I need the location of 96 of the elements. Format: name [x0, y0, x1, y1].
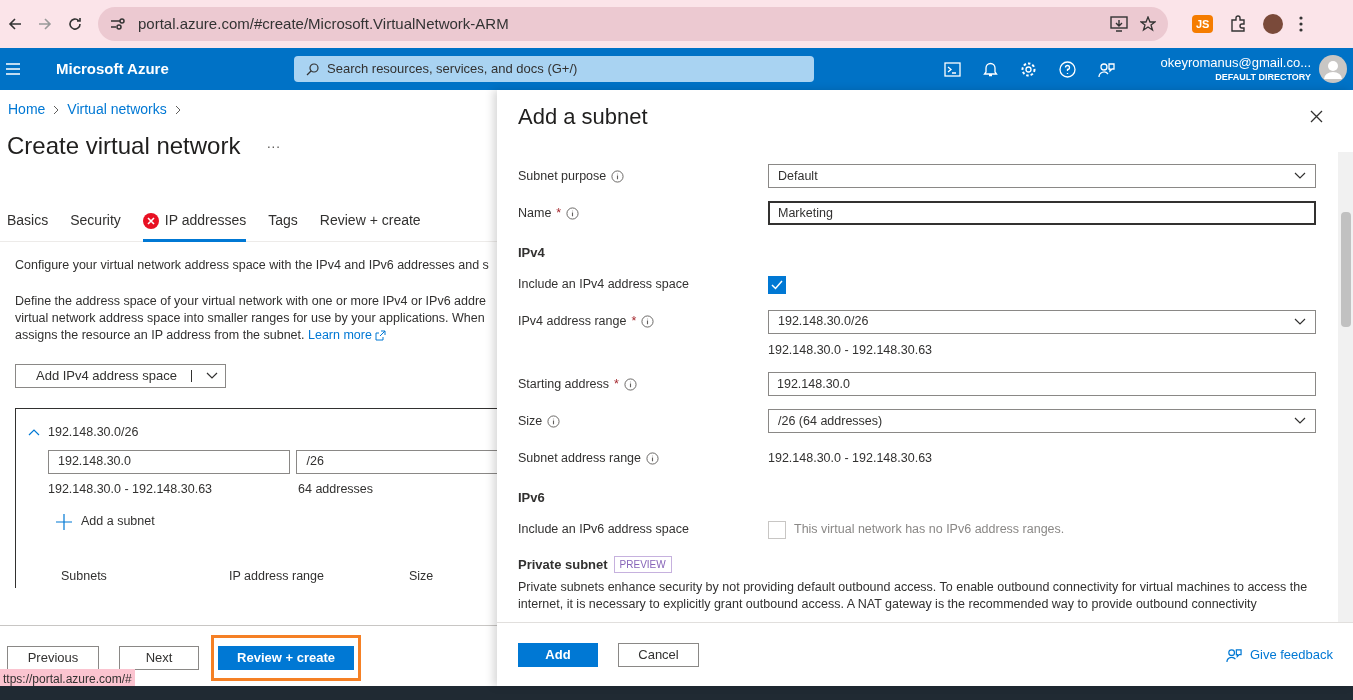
close-icon[interactable]	[1310, 110, 1323, 123]
range-hint: 192.148.30.0 - 192.148.30.63	[768, 341, 934, 359]
column-header: Subnets	[61, 568, 108, 585]
info-icon	[641, 315, 655, 328]
breadcrumb-link[interactable]: Virtual networks	[67, 99, 167, 120]
field-label: Include an IPv6 address space	[518, 522, 689, 537]
field-label: Include an IPv4 address space	[518, 277, 689, 292]
reload-icon[interactable]	[68, 17, 82, 31]
search-icon	[306, 62, 319, 76]
tab[interactable]: Basics	[7, 206, 49, 242]
section-heading: IPv4	[518, 244, 546, 262]
tab[interactable]: IP addresses	[142, 206, 247, 242]
help-icon[interactable]	[1059, 60, 1076, 78]
info-icon	[547, 414, 561, 428]
add-subnet-button[interactable]: Add a subnet	[56, 512, 155, 531]
required-mark: *	[614, 375, 619, 393]
panel-title: Add a subnet	[518, 103, 648, 131]
field-label: Size	[518, 412, 543, 430]
section-heading: IPv6	[518, 489, 546, 508]
field-label: Starting address	[518, 375, 610, 393]
address-space-title: 192.148.30.0/26	[48, 423, 139, 441]
star-icon[interactable]	[1140, 16, 1156, 32]
column-header: Size	[409, 568, 434, 585]
directory-name: DEFAULT DIRECTORY	[1215, 71, 1311, 83]
feedback-icon	[1225, 646, 1242, 663]
url-text: portal.azure.com/#create/Microsoft.VirtualNetwork-ARM	[138, 13, 510, 34]
section-heading: Private subnet	[518, 555, 608, 574]
chevron-down-icon	[1294, 172, 1306, 180]
checkbox-note: This virtual network has no IPv6 address ranges.	[794, 521, 1065, 539]
field-value: 192.148.30.0 - 192.148.30.63	[768, 449, 933, 467]
info-icon	[611, 169, 625, 183]
external-link-icon	[375, 329, 387, 341]
more-options-button[interactable]: ···	[266, 135, 281, 157]
menu-dots-icon[interactable]	[1299, 16, 1304, 32]
search-field[interactable]: Search resources, services, and docs (G+/)	[294, 56, 814, 82]
dropdown-field[interactable]: /26 (64 addresses)	[768, 409, 1316, 434]
field-label: Name	[518, 204, 552, 222]
field-label: IPv4 address range	[518, 313, 627, 331]
scrollbar[interactable]	[1338, 152, 1353, 622]
account-name[interactable]: okeyromanus@gmail.co...	[1160, 55, 1311, 72]
chevron-up-icon[interactable]	[28, 428, 40, 437]
field-label: Subnet address range	[518, 449, 641, 467]
cancel-button[interactable]: Cancel	[618, 642, 699, 667]
tab[interactable]: Review + create	[319, 206, 421, 242]
info-icon	[646, 451, 659, 465]
status-url-tooltip: ttps://portal.azure.com/#	[0, 669, 135, 689]
text-field[interactable]: Marketing	[768, 201, 1316, 225]
address-bar[interactable]: portal.azure.com/#create/Microsoft.VirtualNetwork-ARM	[98, 7, 1168, 41]
settings-icon[interactable]	[1020, 60, 1037, 78]
profile-avatar[interactable]	[1263, 14, 1284, 34]
column-header: IP address range	[229, 568, 325, 585]
field-label: Subnet purpose	[518, 167, 607, 185]
add-button[interactable]: Add	[518, 642, 598, 667]
feedback-icon[interactable]	[1098, 60, 1115, 78]
chevron-down-icon	[1294, 417, 1306, 426]
description-text: Define the address space of your virtual network with one or more IPv4 or IPv6 addre virtual network address space into smaller ranges for use by your applications. When assigns the resource an IP address from the subnet. Learn more	[15, 292, 488, 344]
chevron-down-icon	[205, 371, 218, 380]
dropdown-field[interactable]: 192.148.30.0/26	[768, 309, 1316, 334]
install-icon[interactable]	[1110, 16, 1128, 32]
info-icon	[566, 206, 580, 220]
checkbox[interactable]	[768, 275, 786, 294]
prefix-input[interactable]: /26	[296, 449, 497, 474]
dropdown-field[interactable]: Default	[768, 164, 1316, 188]
plus-icon	[56, 513, 72, 530]
tab[interactable]: Tags	[268, 206, 298, 242]
breadcrumb-link[interactable]: Home	[8, 99, 46, 120]
next-button[interactable]: Next	[119, 645, 199, 670]
bell-icon[interactable]	[983, 61, 998, 77]
puzzle-icon[interactable]	[1229, 15, 1248, 33]
review-create-button[interactable]: Review + create	[218, 645, 354, 670]
preview-badge: PREVIEW	[613, 556, 672, 573]
address-count-text: 64 addresses	[298, 480, 374, 498]
intro-text: Configure your virtual network address space with the IPv4 and IPv6 addresses and s	[15, 257, 490, 274]
site-settings-icon[interactable]	[110, 17, 126, 31]
address-range-text: 192.148.30.0 - 192.148.30.63	[48, 480, 214, 498]
private-subnet-text: Private subnets enhance security by not providing default outbound access. To enable outbound connectivity for virtual machines to access the internet, it is necessary to explicitly grant outbound access. A NAT gateway is the recommended way to provide outbound connectivity	[518, 579, 1309, 614]
required-mark: *	[556, 204, 562, 222]
page-title: Create virtual network	[7, 131, 241, 161]
info-icon	[623, 377, 637, 391]
terminal-icon[interactable]	[944, 61, 961, 77]
avatar-icon[interactable]	[1319, 55, 1347, 83]
tab[interactable]: Security	[70, 206, 121, 242]
chevron-down-icon	[1294, 317, 1306, 326]
error-icon	[142, 212, 159, 229]
chevron-right-icon	[53, 104, 60, 115]
back-arrow-icon[interactable]	[8, 17, 22, 31]
learn-more-link[interactable]: Learn more	[308, 327, 387, 342]
address-input[interactable]: 192.148.30.0	[48, 449, 291, 474]
add-address-space-button[interactable]: Add IPv4 address space	[15, 363, 226, 388]
menu-icon[interactable]	[6, 63, 20, 75]
search-input[interactable]: Search resources, services, and docs (G+/)	[327, 59, 802, 79]
required-mark: *	[631, 313, 637, 331]
brand-title[interactable]: Microsoft Azure	[56, 57, 294, 81]
chevron-right-icon	[174, 104, 181, 115]
text-field[interactable]: 192.148.30.0	[768, 372, 1316, 397]
give-feedback-link[interactable]: Give feedback	[1225, 644, 1333, 665]
